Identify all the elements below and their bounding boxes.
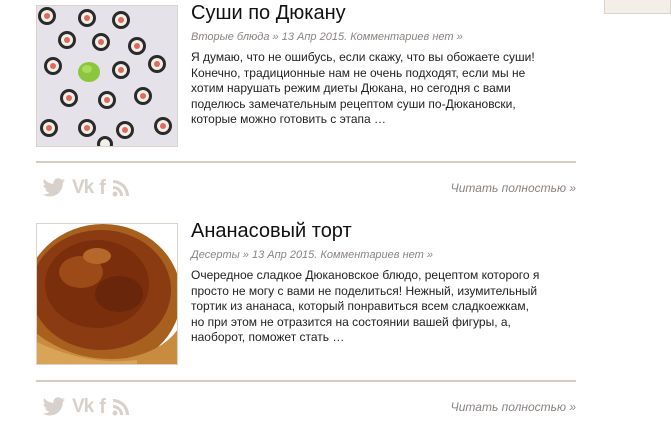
post-content: Ананасовый торт Десерты » 13 Апр 2015. К… — [191, 218, 583, 346]
excerpt-line: просто не могу с вами не поделиться! Неж… — [191, 283, 538, 298]
facebook-icon[interactable]: f — [99, 396, 106, 418]
twitter-icon[interactable] — [42, 396, 66, 418]
excerpt-line: Очередное сладкое Дюкановское блюдо, рец… — [191, 268, 540, 282]
rss-icon[interactable] — [112, 177, 130, 199]
vk-icon[interactable]: Vk — [72, 177, 94, 199]
post-date: 13 Апр 2015 — [251, 249, 315, 261]
excerpt-line: тортик из ананаса, который понравиться в… — [191, 299, 529, 313]
category-link[interactable]: Вторые блюда — [191, 31, 270, 43]
excerpt-line: хотим нарушать режим диеты Дюкана, но се… — [191, 81, 511, 95]
share-row: Vk f Читать полностью » — [36, 177, 576, 201]
excerpt-line: Конечно, традиционные нам не очень подхо… — [191, 65, 526, 80]
post-title[interactable]: Ананасовый торт — [191, 218, 583, 244]
excerpt-line: Я думаю, что не ошибусь, если скажу, что… — [191, 50, 535, 64]
post-divider — [36, 380, 576, 382]
category-link[interactable]: Десерты — [191, 249, 240, 261]
meta-separator: » — [269, 31, 282, 43]
facebook-icon[interactable]: f — [99, 177, 106, 199]
post-thumbnail[interactable] — [36, 5, 178, 147]
excerpt-line: поделюсь замечательным рецептом суши по-… — [191, 96, 516, 111]
comments-link[interactable]: Комментариев нет » — [350, 31, 463, 43]
post-title[interactable]: Суши по Дюкану — [191, 0, 583, 26]
post-date: 13 Апр 2015 — [281, 31, 345, 43]
read-more-link[interactable]: Читать полностью » — [451, 400, 576, 414]
post-meta: Десерты » 13 Апр 2015. Комментариев нет … — [191, 248, 583, 262]
sushi-image — [37, 6, 177, 146]
share-icons: Vk f — [42, 177, 130, 199]
excerpt-line: наоборот, поможет стать … — [191, 330, 345, 344]
cake-image — [37, 224, 177, 364]
read-more-link[interactable]: Читать полностью » — [451, 181, 576, 195]
comments-link[interactable]: Комментариев нет » — [320, 249, 433, 261]
share-icons: Vk f — [42, 396, 130, 418]
post-meta: Вторые блюда » 13 Апр 2015. Комментариев… — [191, 30, 583, 44]
meta-separator: » — [239, 249, 252, 261]
excerpt-line: которые можно готовить с этапа … — [191, 112, 387, 126]
rss-icon[interactable] — [112, 396, 130, 418]
post-excerpt: Я думаю, что не ошибусь, если скажу, что… — [191, 50, 583, 128]
post-divider — [36, 161, 576, 163]
twitter-icon[interactable] — [42, 177, 66, 199]
share-row: Vk f Читать полностью » — [36, 396, 576, 420]
post-content: Суши по Дюкану Вторые блюда » 13 Апр 201… — [191, 0, 583, 128]
excerpt-line: но при этом не отразится на состоянии ва… — [191, 314, 511, 329]
post-thumbnail[interactable] — [36, 223, 178, 365]
post-excerpt: Очередное сладкое Дюкановское блюдо, рец… — [191, 268, 583, 346]
vk-icon[interactable]: Vk — [72, 396, 94, 418]
sidebar-thumbnail-partial[interactable] — [604, 0, 671, 14]
